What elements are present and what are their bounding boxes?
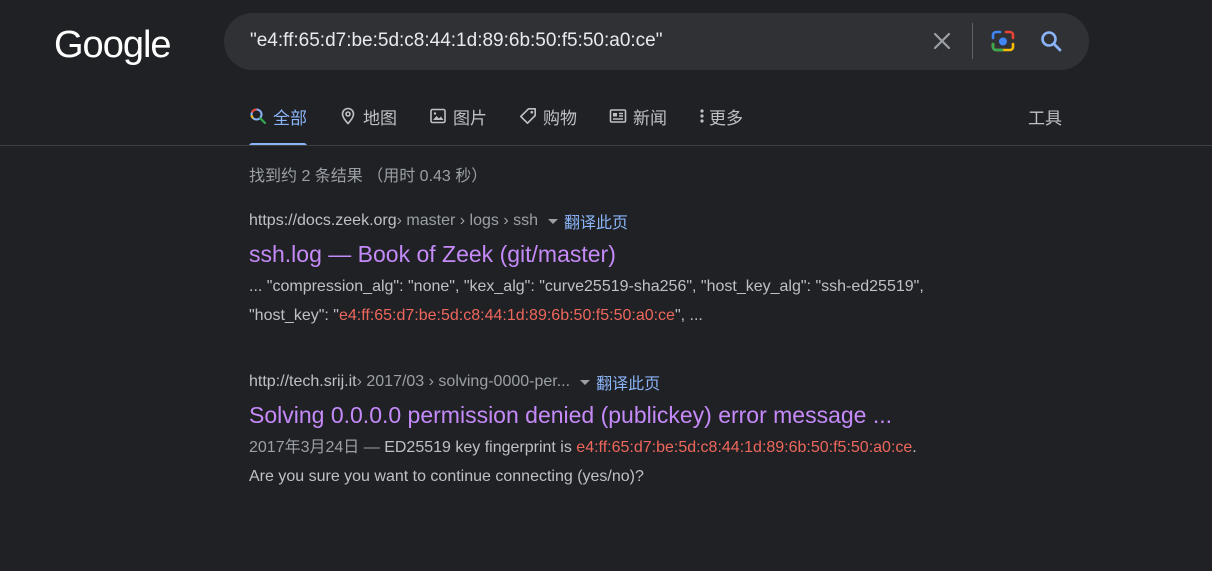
snippet-line: ... "compression_alg": "none", "kex_alg"… — [249, 278, 924, 295]
tab-images[interactable]: 图片 — [429, 104, 487, 146]
tab-label: 购物 — [543, 109, 577, 128]
search-icon — [250, 108, 267, 125]
search-result: https://docs.zeek.org › master › logs › … — [249, 209, 1069, 330]
result-title-link[interactable]: ssh.log — Book of Zeek (git/master) — [249, 241, 1069, 268]
result-domain[interactable]: https://docs.zeek.org — [249, 212, 397, 230]
more-vert-icon — [700, 109, 704, 123]
tab-all[interactable]: 全部 — [249, 104, 307, 146]
snippet-line: Are you sure you want to continue connec… — [249, 468, 644, 485]
result-date: 2017年3月24日 — — [249, 439, 385, 456]
tools-button[interactable]: 工具 — [1028, 104, 1062, 129]
result-breadcrumb: › 2017/03 › solving-0000-per... — [356, 373, 571, 390]
result-url[interactable]: http://tech.srij.it › 2017/03 › solving-… — [249, 370, 1069, 394]
search-box[interactable]: "e4:ff:65:d7:be:5d:c8:44:1d:89:6b:50:f5:… — [224, 13, 1089, 70]
tab-maps[interactable]: 地图 — [339, 104, 397, 146]
newspaper-icon — [609, 109, 627, 123]
snippet-line: "host_key": "e4:ff:65:d7:be:5d:c8:44:1d:… — [249, 301, 1069, 330]
search-result: http://tech.srij.it › 2017/03 › solving-… — [249, 370, 1069, 491]
snippet-text: ED25519 key fingerprint is — [384, 439, 577, 456]
translate-link[interactable]: 翻译此页 — [564, 209, 628, 233]
result-breadcrumb: › master › logs › ssh — [396, 212, 538, 229]
search-divider — [972, 23, 973, 59]
snippet-line: 2017年3月24日 — ED25519 key fingerprint is … — [249, 433, 1069, 462]
result-title-link[interactable]: Solving 0.0.0.0 permission denied (publi… — [249, 402, 1069, 429]
search-input[interactable]: "e4:ff:65:d7:be:5d:c8:44:1d:89:6b:50:f5:… — [250, 30, 662, 52]
clear-icon[interactable] — [928, 27, 956, 55]
result-stats: 找到约 2 条结果 （用时 0.43 秒） — [249, 168, 488, 185]
tab-label: 全部 — [273, 109, 307, 128]
result-url[interactable]: https://docs.zeek.org › master › logs › … — [249, 209, 1069, 233]
image-icon — [430, 108, 446, 124]
snippet-highlight: e4:ff:65:d7:be:5d:c8:44:1d:89:6b:50:f5:5… — [338, 307, 675, 324]
tab-label: 更多 — [709, 109, 743, 128]
header-divider — [0, 145, 1212, 146]
tab-news[interactable]: 新闻 — [609, 104, 667, 146]
result-snippet: 2017年3月24日 — ED25519 key fingerprint is … — [249, 433, 1069, 491]
tag-icon — [520, 108, 536, 124]
map-pin-icon — [341, 107, 355, 125]
google-logo[interactable]: Google — [54, 24, 172, 67]
tab-more[interactable]: 更多 — [699, 104, 743, 146]
tab-label: 地图 — [363, 109, 397, 128]
tab-shopping[interactable]: 购物 — [519, 104, 577, 146]
search-icon[interactable] — [1036, 27, 1066, 55]
tab-label: 图片 — [453, 109, 487, 128]
tab-label: 新闻 — [633, 109, 667, 128]
snippet-highlight: e4:ff:65:d7:be:5d:c8:44:1d:89:6b:50:f5:5… — [576, 439, 913, 456]
snippet-text: . — [912, 439, 917, 456]
snippet-text: ", ... — [674, 307, 703, 324]
caret-down-icon[interactable] — [580, 379, 591, 385]
snippet-text: "host_key": " — [249, 307, 339, 324]
caret-down-icon[interactable] — [548, 218, 558, 224]
search-tabs: 全部 地图 图片 购物 新闻 更多 — [249, 104, 775, 146]
result-domain[interactable]: http://tech.srij.it — [249, 373, 357, 391]
translate-link[interactable]: 翻译此页 — [596, 370, 660, 394]
camera-lens-icon[interactable] — [988, 27, 1018, 55]
result-snippet: ... "compression_alg": "none", "kex_alg"… — [249, 272, 1069, 330]
